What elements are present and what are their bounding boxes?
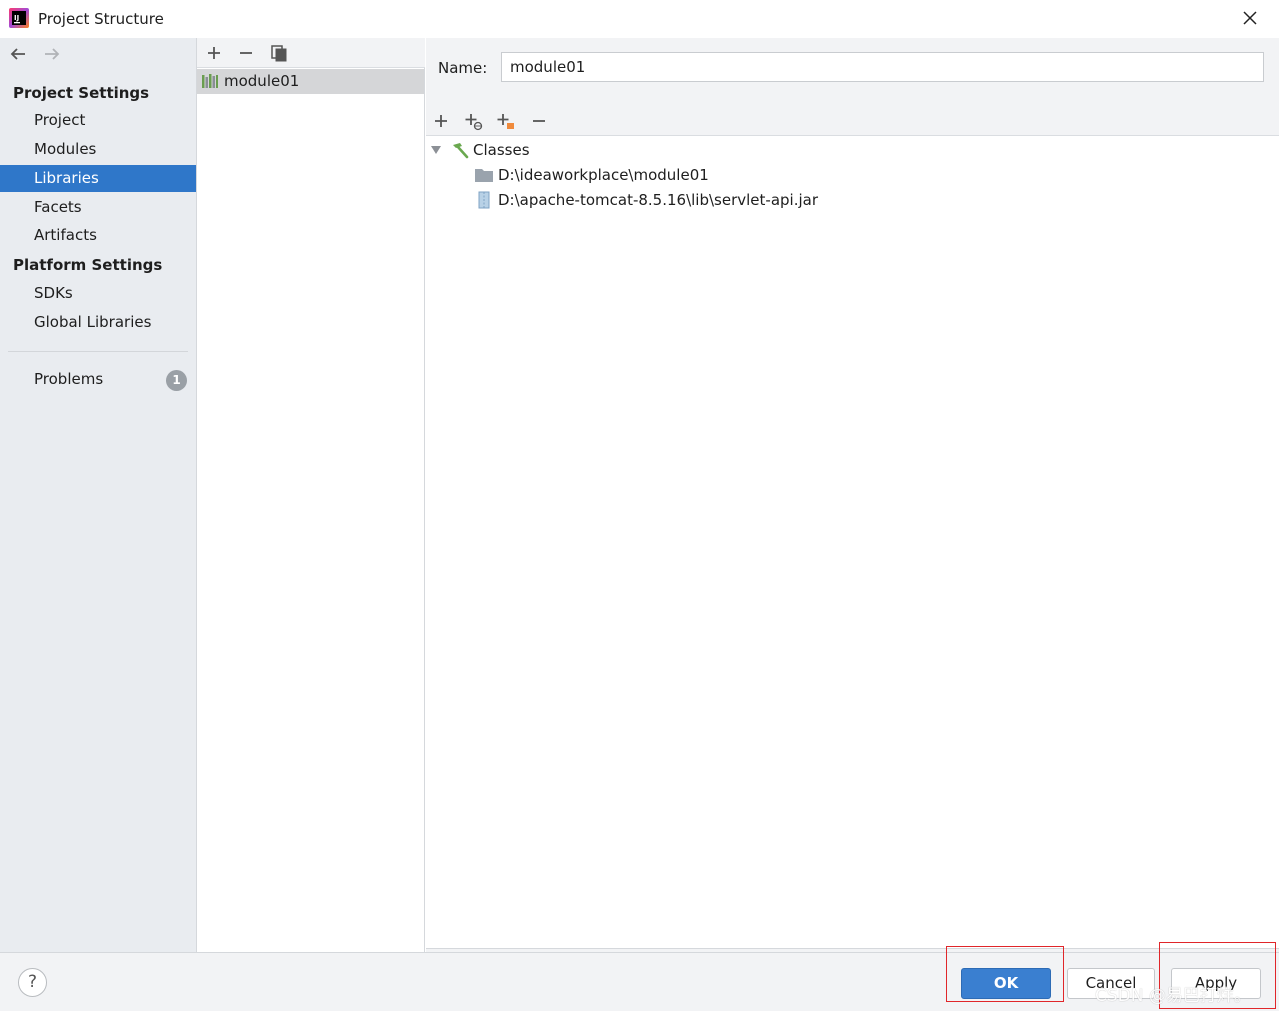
sidebar-item-global-libraries[interactable]: Global Libraries (0, 309, 196, 336)
tree-node-jar[interactable]: D:\apache-tomcat-8.5.16\lib\servlet-api.… (475, 188, 818, 212)
window-title: Project Structure (38, 10, 164, 28)
plus-icon[interactable] (203, 42, 225, 64)
jar-icon (478, 191, 490, 209)
library-item-module01[interactable]: module01 (197, 69, 424, 94)
ok-button[interactable]: OK (961, 968, 1051, 999)
intellij-app-icon: IJ (9, 8, 29, 28)
library-name-input[interactable] (501, 52, 1264, 82)
hammer-icon (453, 143, 469, 159)
settings-sidebar: Project Settings Project Modules Librari… (0, 38, 197, 952)
name-label: Name: (438, 59, 488, 77)
project-settings-heading: Project Settings (13, 84, 150, 102)
minus-icon[interactable] (528, 110, 550, 132)
library-list-panel: module01 (197, 38, 425, 952)
sidebar-item-modules[interactable]: Modules (0, 136, 196, 163)
library-item-label: module01 (224, 72, 300, 90)
tree-node-label: Classes (473, 141, 530, 159)
sidebar-item-project[interactable]: Project (0, 107, 196, 134)
sidebar-item-sdks[interactable]: SDKs (0, 280, 196, 307)
plus-icon[interactable] (430, 110, 452, 132)
arrow-right-icon[interactable] (42, 44, 62, 64)
arrow-left-icon[interactable] (8, 44, 28, 64)
tree-node-folder[interactable]: D:\ideaworkplace\module01 (475, 163, 709, 187)
sidebar-item-artifacts[interactable]: Artifacts (0, 222, 196, 249)
title-bar: IJ Project Structure (0, 0, 1279, 38)
classes-toolbar (426, 106, 1279, 136)
csdn-watermark: CSDN @易巴打烊。 (1095, 986, 1251, 1006)
problems-label: Problems (34, 370, 104, 388)
close-icon[interactable] (1240, 8, 1260, 28)
tree-node-label: D:\apache-tomcat-8.5.16\lib\servlet-api.… (498, 191, 818, 209)
sidebar-divider (8, 351, 188, 352)
sidebar-item-facets[interactable]: Facets (0, 194, 196, 221)
nav-arrows (8, 44, 62, 64)
help-button[interactable]: ? (18, 968, 47, 997)
classes-tree: Classes D:\ideaworkplace\module01 D:\apa… (426, 136, 1279, 949)
sidebar-item-libraries[interactable]: Libraries (0, 165, 196, 192)
folder-icon (475, 169, 493, 182)
chevron-down-icon[interactable] (430, 144, 442, 156)
svg-text:IJ: IJ (14, 14, 19, 22)
library-icon (202, 74, 218, 88)
minus-icon[interactable] (235, 42, 257, 64)
tree-node-label: D:\ideaworkplace\module01 (498, 166, 709, 184)
add-jar-icon[interactable] (494, 110, 516, 132)
platform-settings-heading: Platform Settings (13, 256, 163, 274)
problems-count-badge: 1 (166, 370, 187, 391)
add-url-icon[interactable] (462, 110, 484, 132)
dialog-footer: ? OK Cancel Apply CSDN @易巴打烊。 (0, 942, 1279, 1011)
copy-icon[interactable] (268, 42, 290, 64)
library-list-toolbar (197, 38, 425, 68)
library-detail-panel: Name: Classes (426, 38, 1279, 952)
tree-node-classes[interactable]: Classes (430, 138, 530, 162)
sidebar-item-problems[interactable]: Problems 1 (0, 366, 196, 393)
